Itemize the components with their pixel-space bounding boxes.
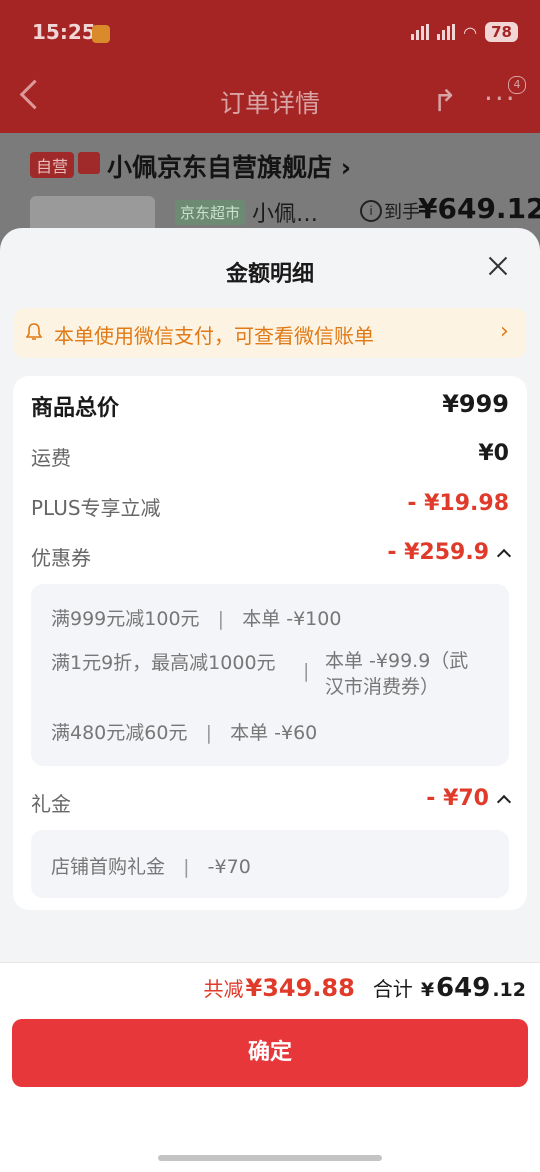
status-time: 15:25 xyxy=(32,20,96,44)
total-reduction-value: ¥349.88 xyxy=(245,974,355,1002)
currency-symbol: ¥ xyxy=(420,979,435,1001)
gift-money-value: - ¥70 xyxy=(426,786,489,811)
self-operated-tag: 自营 xyxy=(30,152,75,178)
coupon-rule: 满999元减100元 xyxy=(51,608,200,630)
total-price-label: 商品总价 xyxy=(31,396,120,421)
chevron-up-icon xyxy=(496,548,512,563)
plus-discount-value: - ¥19.98 xyxy=(407,491,509,516)
gift-detail: -¥70 xyxy=(207,856,251,878)
grand-total-decimal: .12 xyxy=(492,979,526,1001)
amount-detail-sheet: 金额明细 本单使用微信支付，可查看微信账单 › 商品总价 ¥999 运费 ¥0 … xyxy=(0,228,540,1172)
coupon-rule: 满480元减60元 xyxy=(51,722,188,744)
page-title: 订单详情 xyxy=(219,89,320,118)
battery-level: 78 xyxy=(485,22,518,42)
notice-text: 本单使用微信支付，可查看微信账单 xyxy=(54,324,374,348)
final-price: ¥649.12 xyxy=(418,192,540,225)
category-tag: 京东超市 xyxy=(175,200,246,225)
store-icon xyxy=(78,152,100,174)
gift-item: 店铺首购礼金 | -¥70 xyxy=(51,856,251,878)
coupon-separator: | xyxy=(303,660,310,682)
coupon-label: 优惠券 xyxy=(31,546,91,570)
close-icon[interactable] xyxy=(484,252,512,280)
shipping-value: ¥0 xyxy=(478,441,509,466)
status-icons: ◠ 78 xyxy=(411,22,518,42)
info-icon[interactable]: i xyxy=(360,200,382,222)
coupon-value: - ¥259.9 xyxy=(387,540,489,565)
signal-icon xyxy=(437,24,456,40)
wifi-icon: ◠ xyxy=(463,22,478,42)
sheet-title: 金额明细 xyxy=(225,262,314,287)
summary-footer: 共减 ¥349.88 合计 ¥ 649 .12 确定 xyxy=(0,962,540,1172)
grand-total-label: 合计 xyxy=(372,977,413,1001)
gift-rule: 店铺首购礼金 xyxy=(51,856,166,878)
coupon-detail: 本单 -¥100 xyxy=(242,608,342,630)
grand-total-integer: 649 xyxy=(436,973,491,1003)
home-indicator xyxy=(158,1155,382,1161)
plus-discount-label: PLUS专享立减 xyxy=(31,496,161,520)
confirm-button[interactable]: 确定 xyxy=(12,1019,528,1087)
chevron-right-icon: › xyxy=(500,319,509,344)
coupon-item: 满999元减100元 | 本单 -¥100 xyxy=(51,608,342,630)
product-name[interactable]: 小佩… xyxy=(252,196,318,228)
coupon-item: 满480元减60元 | 本单 -¥60 xyxy=(51,722,318,744)
total-price-value: ¥999 xyxy=(442,390,509,418)
signal-icon xyxy=(411,24,430,40)
coupon-list: 满999元减100元 | 本单 -¥100 满1元9折，最高减1000元 | 本… xyxy=(31,584,509,766)
gift-money-label: 礼金 xyxy=(31,792,71,816)
coupon-rule: 满1元9折，最高减1000元 xyxy=(51,652,276,674)
chevron-up-icon xyxy=(496,794,512,809)
coupon-toggle[interactable]: - ¥259.9 xyxy=(387,540,512,565)
app-notification-icon xyxy=(92,25,110,43)
final-price-label: 到手 xyxy=(384,202,420,223)
bell-icon xyxy=(26,323,42,340)
shipping-label: 运费 xyxy=(31,446,71,470)
share-icon[interactable]: ↱ xyxy=(432,84,457,119)
coupon-item: 满1元9折，最高减1000元 xyxy=(51,648,276,675)
store-name[interactable]: 小佩京东自营旗舰店 › xyxy=(107,148,351,184)
gift-toggle[interactable]: - ¥70 xyxy=(426,786,512,811)
total-reduction-label: 共减 xyxy=(203,977,244,1001)
coupon-detail: 本单 -¥60 xyxy=(230,722,318,744)
wechat-pay-notice[interactable]: 本单使用微信支付，可查看微信账单 › xyxy=(14,308,526,358)
summary-line: 共减 ¥349.88 合计 ¥ 649 .12 xyxy=(204,973,527,1003)
more-badge: 4 xyxy=(508,76,526,94)
coupon-detail: 本单 -¥99.9（武 汉市消费券） xyxy=(325,650,469,698)
price-breakdown-card: 商品总价 ¥999 运费 ¥0 PLUS专享立减 - ¥19.98 优惠券 - … xyxy=(13,376,527,910)
gift-list: 店铺首购礼金 | -¥70 xyxy=(31,830,509,898)
